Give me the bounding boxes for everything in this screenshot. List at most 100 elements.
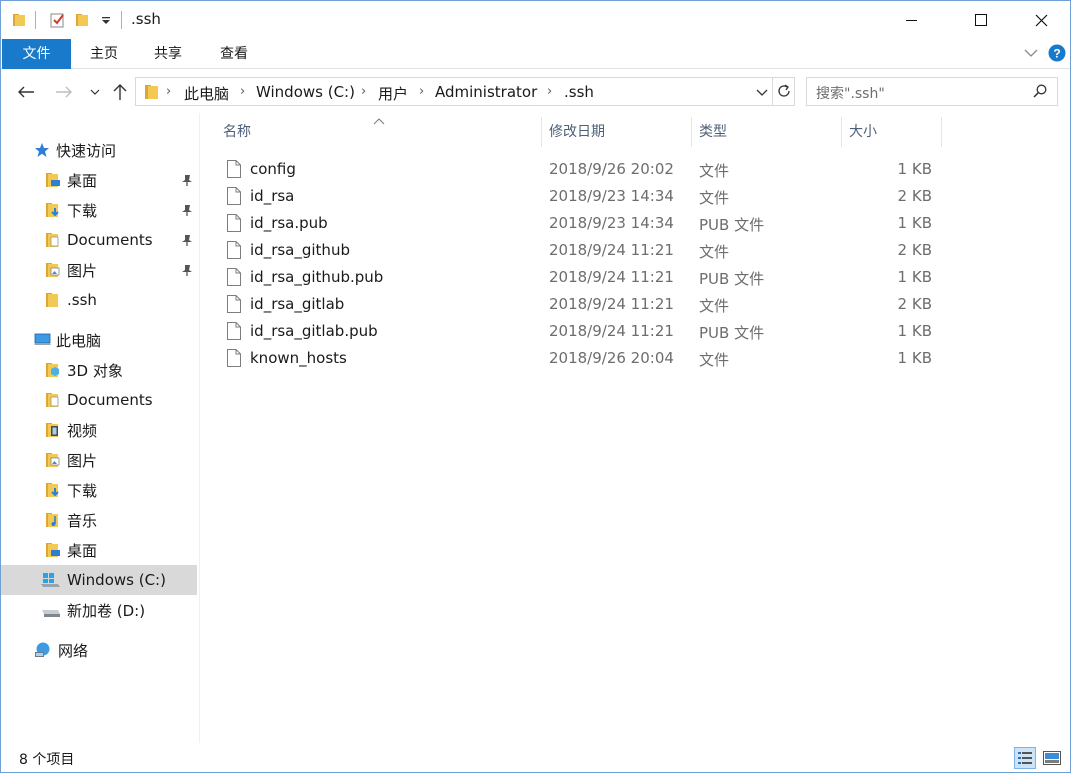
customize-toolbar-icon[interactable] xyxy=(101,10,111,30)
file-size: 2 KB xyxy=(897,295,932,313)
column-divider[interactable] xyxy=(841,117,842,147)
details-view-icon[interactable] xyxy=(1014,747,1036,769)
nav-desktop[interactable]: 桌面 xyxy=(1,535,197,565)
file-row[interactable]: id_rsa_github 2018/9/24 11:21 文件 2 KB xyxy=(223,237,943,264)
file-icon xyxy=(227,214,241,232)
divider xyxy=(121,11,122,29)
column-header-name[interactable]: 名称 xyxy=(223,117,251,147)
title-bar: .ssh xyxy=(1,1,1070,39)
documents-folder-icon xyxy=(45,392,61,408)
chevron-right-icon[interactable]: › xyxy=(240,84,245,99)
file-icon xyxy=(227,349,241,367)
file-type: 文件 xyxy=(699,189,730,207)
recent-locations-icon[interactable] xyxy=(84,81,106,103)
crumb-ssh[interactable]: .ssh xyxy=(564,83,594,101)
expand-ribbon-icon[interactable] xyxy=(1024,45,1038,65)
desktop-folder-icon xyxy=(45,172,61,188)
3d-objects-folder-icon xyxy=(45,362,61,378)
nav-label: .ssh xyxy=(67,291,97,309)
file-type: 文件 xyxy=(699,297,730,315)
pane-divider[interactable] xyxy=(199,113,200,743)
nav-drive-d[interactable]: 新加卷 (D:) xyxy=(1,595,197,625)
nav-videos[interactable]: 视频 xyxy=(1,415,197,445)
nav-downloads[interactable]: 下载 xyxy=(1,475,197,505)
tab-home[interactable]: 主页 xyxy=(77,39,131,69)
nav-this-pc[interactable]: 此电脑 xyxy=(1,325,197,355)
column-header-date[interactable]: 修改日期 xyxy=(549,117,605,147)
crumb-windows-c[interactable]: Windows (C:) xyxy=(256,83,355,101)
crumb-administrator[interactable]: Administrator xyxy=(435,83,537,101)
ribbon-tabs: 文件 主页 共享 查看 ? xyxy=(1,39,1070,69)
file-row[interactable]: id_rsa_gitlab 2018/9/24 11:21 文件 2 KB xyxy=(223,291,943,318)
chevron-right-icon[interactable]: › xyxy=(547,84,552,99)
pin-icon[interactable] xyxy=(181,173,193,191)
up-icon[interactable] xyxy=(109,81,131,103)
column-divider[interactable] xyxy=(941,117,942,147)
tab-view[interactable]: 查看 xyxy=(207,39,261,69)
large-icons-view-icon[interactable] xyxy=(1041,747,1063,769)
nav-3d-objects[interactable]: 3D 对象 xyxy=(1,355,197,385)
file-date: 2018/9/26 20:04 xyxy=(549,349,674,367)
nav-label: 音乐 xyxy=(67,511,98,530)
folder-icon xyxy=(145,84,159,104)
nav-qa-downloads[interactable]: 下载 xyxy=(1,195,197,225)
file-row[interactable]: known_hosts 2018/9/26 20:04 文件 1 KB xyxy=(223,345,943,372)
nav-label: Windows (C:) xyxy=(67,571,166,589)
file-name: config xyxy=(250,160,296,178)
file-size: 1 KB xyxy=(897,160,932,178)
pin-icon[interactable] xyxy=(181,203,193,221)
tab-share[interactable]: 共享 xyxy=(141,39,195,69)
maximize-button[interactable] xyxy=(958,1,1004,39)
chevron-right-icon[interactable]: › xyxy=(361,84,366,99)
file-row[interactable]: id_rsa_gitlab.pub 2018/9/24 11:21 PUB 文件… xyxy=(223,318,943,345)
nav-qa-pictures[interactable]: 图片 xyxy=(1,255,197,285)
nav-music[interactable]: 音乐 xyxy=(1,505,197,535)
nav-qa-ssh[interactable]: .ssh xyxy=(1,285,197,315)
pin-icon[interactable] xyxy=(181,263,193,281)
file-row[interactable]: config 2018/9/26 20:02 文件 1 KB xyxy=(223,156,943,183)
nav-pictures[interactable]: 图片 xyxy=(1,445,197,475)
nav-label: 下载 xyxy=(67,201,98,220)
address-bar[interactable]: › 此电脑 › Windows (C:) › 用户 › Administrato… xyxy=(135,77,795,106)
crumb-users[interactable]: 用户 xyxy=(378,83,408,104)
file-row[interactable]: id_rsa.pub 2018/9/23 14:34 PUB 文件 1 KB xyxy=(223,210,943,237)
column-divider[interactable] xyxy=(691,117,692,147)
minimize-button[interactable] xyxy=(889,1,935,39)
file-date: 2018/9/24 11:21 xyxy=(549,322,674,340)
close-button[interactable] xyxy=(1018,1,1064,39)
nav-quick-access[interactable]: 快速访问 xyxy=(1,135,197,165)
nav-qa-documents[interactable]: Documents xyxy=(1,225,197,255)
search-input[interactable]: 搜索".ssh" xyxy=(806,77,1058,106)
file-row[interactable]: id_rsa 2018/9/23 14:34 文件 2 KB xyxy=(223,183,943,210)
refresh-icon[interactable] xyxy=(776,83,792,103)
file-icon xyxy=(227,322,241,340)
file-row[interactable]: id_rsa_github.pub 2018/9/24 11:21 PUB 文件… xyxy=(223,264,943,291)
file-size: 2 KB xyxy=(897,241,932,259)
column-header-type[interactable]: 类型 xyxy=(699,117,727,147)
back-icon[interactable] xyxy=(15,81,37,103)
nav-windows-c[interactable]: Windows (C:) xyxy=(1,565,197,595)
file-icon xyxy=(227,187,241,205)
chevron-right-icon[interactable]: › xyxy=(419,84,424,99)
nav-network[interactable]: 网络 xyxy=(1,635,197,665)
tab-file[interactable]: 文件 xyxy=(2,39,71,69)
pin-icon[interactable] xyxy=(181,233,193,251)
address-history-icon[interactable] xyxy=(756,86,768,102)
item-count: 8 个项目 xyxy=(19,752,75,768)
sort-ascending-icon xyxy=(373,113,385,129)
nav-qa-desktop[interactable]: 桌面 xyxy=(1,165,197,195)
forward-icon[interactable] xyxy=(53,81,75,103)
nav-documents[interactable]: Documents xyxy=(1,385,197,415)
file-size: 1 KB xyxy=(897,214,932,232)
search-icon[interactable] xyxy=(1033,84,1047,102)
crumb-this-pc[interactable]: 此电脑 xyxy=(184,83,229,104)
help-icon[interactable]: ? xyxy=(1048,44,1066,66)
properties-icon[interactable] xyxy=(49,10,67,30)
file-type: 文件 xyxy=(699,243,730,261)
column-header-size[interactable]: 大小 xyxy=(849,117,877,147)
new-folder-icon[interactable] xyxy=(75,10,91,30)
window-title: .ssh xyxy=(131,10,161,28)
file-size: 1 KB xyxy=(897,268,932,286)
column-divider[interactable] xyxy=(541,117,542,147)
file-type: PUB 文件 xyxy=(699,216,765,234)
